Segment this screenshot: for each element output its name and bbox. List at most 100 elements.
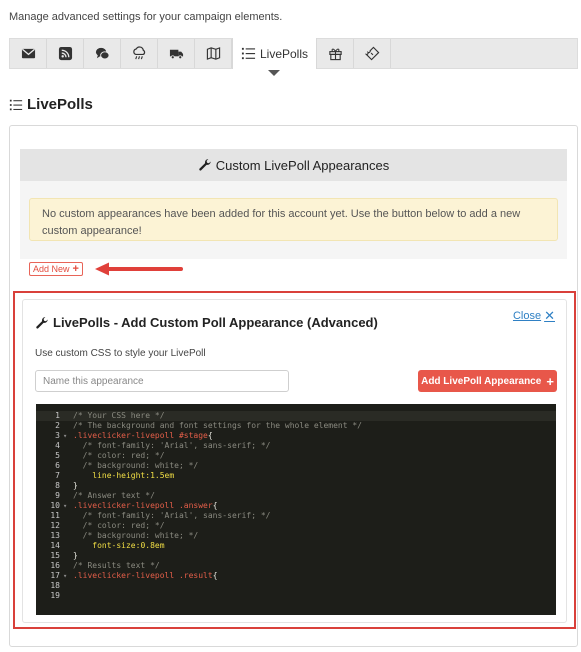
code-text: .liveclicker-livepoll #stage{	[73, 431, 213, 440]
code-text: line-height:1.5em	[73, 471, 175, 480]
line-number: 19	[50, 591, 60, 600]
code-line: 3 ▾ .liveclicker-livepoll #stage{	[36, 431, 556, 441]
appearances-title: Custom LivePoll Appearances	[215, 157, 390, 173]
tab-map[interactable]	[195, 39, 232, 68]
tab-weather[interactable]	[121, 39, 158, 68]
line-number: 15	[50, 551, 60, 560]
tab-livepolls-label: LivePolls	[259, 46, 309, 61]
line-number: 13	[50, 531, 60, 540]
empty-notice: No custom appearances have been added fo…	[29, 198, 558, 241]
plus-icon: +	[72, 263, 79, 275]
line-number: 16	[50, 561, 60, 570]
add-livepoll-appearance-button[interactable]: Add LivePoll Appearance +	[418, 370, 557, 392]
close-label: Close	[512, 310, 542, 322]
code-text: /* font-family: 'Arial', sans-serif; */	[73, 441, 271, 450]
gift-icon	[328, 48, 342, 61]
line-number: 8	[55, 481, 60, 490]
code-text: font-size:0.8em	[73, 541, 165, 550]
code-line: 19	[36, 591, 556, 601]
code-line: 7 line-height:1.5em	[36, 471, 556, 481]
section-title-text: LivePolls	[27, 96, 93, 113]
code-text: /* font-family: 'Arial', sans-serif; */	[73, 511, 271, 520]
fold-toggle-icon	[63, 511, 73, 521]
plus-icon: +	[546, 373, 554, 389]
code-text: }	[73, 551, 78, 560]
appearances-header: Custom LivePoll Appearances	[20, 149, 567, 181]
code-line: 6 /* background: white; */	[36, 461, 556, 471]
fold-toggle-icon	[63, 521, 73, 531]
code-line: 18	[36, 581, 556, 591]
tab-shipping[interactable]	[158, 39, 195, 68]
line-number: 12	[50, 521, 60, 530]
fold-toggle-icon[interactable]: ▾	[63, 571, 73, 581]
code-line: 9 /* Answer text */	[36, 491, 556, 501]
settings-tab-bar: LivePolls	[9, 38, 578, 76]
css-code-editor[interactable]: 1 /* Your CSS here */ 2 /* The background a…	[36, 404, 556, 615]
fold-toggle-icon[interactable]: ▾	[63, 501, 73, 511]
line-number: 7	[55, 471, 60, 480]
line-number: 17	[50, 571, 60, 580]
add-new-label: Add New	[33, 264, 70, 274]
code-line: 10 ▾ .liveclicker-livepoll .answer{	[36, 501, 556, 511]
fold-toggle-icon	[63, 551, 73, 561]
line-number: 3	[55, 431, 60, 440]
fold-toggle-icon	[63, 421, 73, 431]
code-line: 16 /* Results text */	[36, 561, 556, 571]
section-title: LivePolls	[9, 96, 93, 113]
line-number: 18	[50, 581, 60, 590]
chat-bubbles-icon	[95, 47, 110, 60]
code-line: 8}	[36, 481, 556, 491]
advanced-title-text: LivePolls - Add Custom Poll Appearance (…	[53, 315, 378, 330]
fold-toggle-icon	[63, 541, 73, 551]
code-text: /* The background and font settings for …	[73, 421, 362, 430]
line-number: 10	[50, 501, 60, 510]
fold-toggle-icon	[63, 581, 73, 591]
arrow-annotation-icon	[95, 262, 183, 276]
tab-livepolls[interactable]: LivePolls	[232, 38, 317, 76]
rss-icon	[58, 46, 72, 61]
advanced-description: Use custom CSS to style your LivePoll	[35, 348, 206, 359]
wrench-icon	[199, 159, 211, 171]
fold-toggle-icon	[63, 591, 73, 601]
tab-coupon[interactable]	[354, 39, 391, 68]
code-line: 15}	[36, 551, 556, 561]
code-line: 4 /* font-family: 'Arial', sans-serif; *…	[36, 441, 556, 451]
envelope-icon	[21, 48, 35, 59]
code-line: 5 /* color: red; */	[36, 451, 556, 461]
fold-toggle-icon	[63, 471, 73, 481]
map-icon	[206, 47, 220, 60]
code-line: 11 /* font-family: 'Arial', sans-serif; …	[36, 511, 556, 521]
wrench-icon	[36, 316, 48, 329]
add-new-button[interactable]: Add New +	[29, 262, 83, 276]
tab-gift[interactable]	[317, 39, 354, 68]
appearance-name-input[interactable]	[35, 370, 289, 392]
fold-toggle-icon	[63, 481, 73, 491]
fold-toggle-icon	[63, 451, 73, 461]
close-icon: ✕	[544, 308, 555, 323]
line-number: 11	[50, 511, 60, 520]
line-number: 5	[55, 451, 60, 460]
code-text: /* Results text */	[73, 561, 160, 570]
list-icon	[9, 99, 23, 110]
fold-toggle-icon	[63, 531, 73, 541]
add-appearance-label: Add LivePoll Appearance	[421, 375, 542, 387]
appearances-panel: Custom LivePoll Appearances No custom ap…	[20, 149, 567, 259]
code-line: 1 /* Your CSS here */	[36, 411, 556, 421]
code-text: /* color: red; */	[73, 451, 165, 460]
code-text: }	[73, 481, 78, 490]
code-line: 17 ▾ .liveclicker-livepoll .result{	[36, 571, 556, 581]
tab-rss[interactable]	[47, 39, 84, 68]
fold-toggle-icon	[63, 441, 73, 451]
code-text: .liveclicker-livepoll .answer{	[73, 501, 218, 510]
line-number: 1	[55, 411, 60, 420]
advanced-title: LivePolls - Add Custom Poll Appearance (…	[35, 315, 378, 330]
tab-chat[interactable]	[84, 39, 121, 68]
cloud-rain-icon	[132, 46, 145, 60]
page-intro: Manage advanced settings for your campai…	[9, 11, 283, 23]
tab-email[interactable]	[10, 39, 47, 68]
close-link[interactable]: Close ✕	[513, 308, 555, 324]
line-number: 9	[55, 491, 60, 500]
fold-toggle-icon	[63, 561, 73, 571]
truck-icon	[169, 49, 183, 60]
fold-toggle-icon[interactable]: ▾	[63, 431, 73, 441]
